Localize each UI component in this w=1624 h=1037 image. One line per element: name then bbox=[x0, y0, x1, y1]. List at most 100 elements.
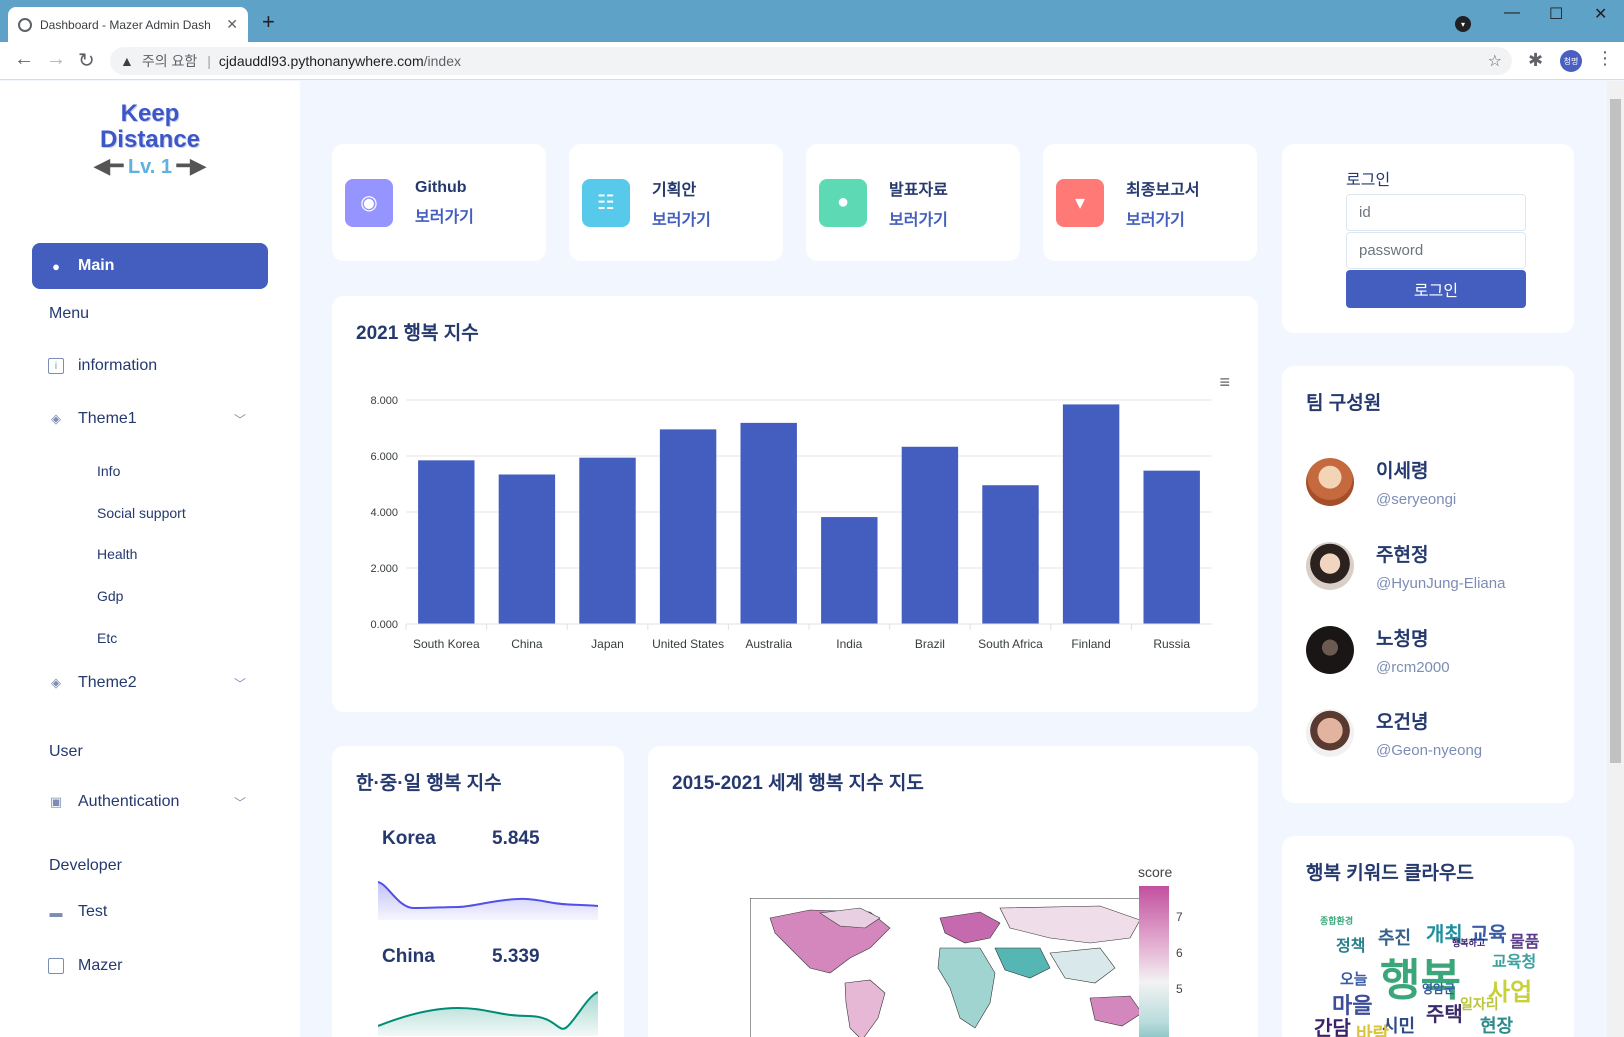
maximize-icon[interactable]: ☐ bbox=[1549, 4, 1563, 24]
page-scrollbar[interactable] bbox=[1607, 81, 1624, 1037]
bookmark-star-icon[interactable]: ☆ bbox=[1488, 51, 1502, 71]
extensions-icon[interactable]: ✱ bbox=[1528, 50, 1543, 71]
forward-icon[interactable]: → bbox=[46, 48, 66, 71]
stat-card-report[interactable]: ▾ 최종보고서 보러가기 bbox=[1043, 144, 1257, 261]
bar-chart: 0.000 2.000 4.000 6.000 8.000 South Korea Chin… bbox=[370, 395, 1212, 651]
award-icon: ● bbox=[52, 258, 60, 274]
person-badge-icon: ▣ bbox=[49, 794, 63, 809]
legend-tick: 7 bbox=[1176, 910, 1183, 924]
member-name: 오건녕 bbox=[1376, 712, 1429, 733]
bar[interactable] bbox=[821, 517, 878, 624]
close-tab-icon[interactable]: ✕ bbox=[226, 16, 238, 33]
sidebar-item-main[interactable]: ● Main bbox=[32, 243, 268, 289]
sidebar-item-test[interactable]: ▬ Test bbox=[32, 889, 268, 935]
back-icon[interactable]: ← bbox=[14, 48, 34, 71]
stat-card-presentation[interactable]: ● 발표자료 보러가기 bbox=[806, 144, 1020, 261]
avatar bbox=[1306, 626, 1354, 674]
cloud-word: 간담 bbox=[1314, 1018, 1351, 1037]
security-label[interactable]: 주의 요함 bbox=[142, 51, 197, 71]
sidebar-item-theme2[interactable]: ◈ Theme2 ﹀ bbox=[32, 660, 268, 706]
bar[interactable] bbox=[659, 429, 717, 624]
country-label: Korea bbox=[382, 828, 436, 849]
sidebar-item-information[interactable]: i information bbox=[32, 343, 268, 389]
team-member[interactable]: 이세령 @seryeongi bbox=[1306, 456, 1456, 508]
bar[interactable] bbox=[498, 474, 556, 624]
stat-link[interactable]: 보러가기 bbox=[652, 206, 711, 230]
bar[interactable] bbox=[901, 446, 959, 624]
developer-section-title: Developer bbox=[49, 857, 122, 874]
minimize-icon[interactable]: — bbox=[1504, 4, 1520, 22]
team-title: 팀 구성원 bbox=[1306, 393, 1382, 414]
cloud-word: 물품 bbox=[1510, 934, 1540, 951]
cjk-title: 한·중·일 행복 지수 bbox=[356, 773, 502, 794]
stat-link[interactable]: 보러가기 bbox=[889, 206, 948, 230]
keyword-cloud-card: 행복 키워드 클라우드 행복 사업 개최 교육 추진 마을 주택 시민 현장 간… bbox=[1282, 836, 1574, 1037]
reload-icon[interactable]: ↻ bbox=[78, 48, 95, 73]
bar[interactable] bbox=[579, 457, 636, 624]
bar[interactable] bbox=[740, 422, 797, 624]
x-tick-label: Russia bbox=[1153, 637, 1190, 651]
avatar bbox=[1306, 542, 1354, 590]
submenu-gdp[interactable]: Gdp bbox=[97, 588, 123, 604]
stat-card-github[interactable]: ◉ Github 보러가기 bbox=[332, 144, 546, 261]
bar[interactable] bbox=[1062, 404, 1120, 624]
china-sparkline bbox=[378, 991, 598, 1036]
menu-section-title: Menu bbox=[49, 305, 90, 322]
x-tick-label: South Africa bbox=[978, 637, 1043, 651]
scrollbar-thumb[interactable] bbox=[1610, 99, 1621, 763]
member-name: 주현정 bbox=[1376, 545, 1429, 566]
tab-search-icon[interactable]: ▾ bbox=[1455, 16, 1471, 32]
close-window-icon[interactable]: ✕ bbox=[1594, 4, 1607, 24]
team-card: 팀 구성원 이세령 @seryeongi 주현정 @HyunJung-Eliana … bbox=[1282, 366, 1574, 803]
avatar bbox=[1306, 458, 1354, 506]
user-section-title: User bbox=[49, 743, 83, 760]
bar[interactable] bbox=[1143, 470, 1200, 624]
bar[interactable] bbox=[418, 460, 475, 624]
country-label: China bbox=[382, 946, 435, 967]
logo[interactable]: Keep Distance ◀━ Lv. 1 ━▶ bbox=[60, 101, 240, 180]
bar[interactable] bbox=[982, 485, 1039, 624]
stat-card-plan[interactable]: ☷ 기획안 보러가기 bbox=[569, 144, 783, 261]
team-member[interactable]: 오건녕 @Geon-nyeong bbox=[1306, 707, 1482, 759]
browser-titlebar: Dashboard - Mazer Admin Dash ✕ + ▾ — ☐ ✕ bbox=[0, 0, 1624, 42]
submenu-social-support[interactable]: Social support bbox=[97, 505, 186, 521]
cloud-word: 현장 bbox=[1480, 1016, 1514, 1036]
submenu-info[interactable]: Info bbox=[97, 463, 120, 479]
login-label: 로그인 bbox=[1346, 172, 1391, 189]
new-tab-button[interactable]: + bbox=[262, 9, 275, 35]
y-tick-label: 8.000 bbox=[370, 395, 398, 407]
journal-icon bbox=[48, 958, 64, 974]
sidebar-item-authentication[interactable]: ▣ Authentication ﹀ bbox=[32, 779, 268, 825]
member-handle: @HyunJung-Eliana bbox=[1376, 575, 1506, 592]
world-map-card: 2015-2021 세계 행복 지수 지도 score 7 6 5 bbox=[648, 746, 1258, 1037]
member-handle: @rcm2000 bbox=[1376, 659, 1450, 676]
browser-tab[interactable]: Dashboard - Mazer Admin Dash ✕ bbox=[8, 7, 248, 42]
sidebar-item-label: Theme2 bbox=[78, 674, 137, 691]
member-handle: @seryeongi bbox=[1376, 491, 1457, 508]
team-member[interactable]: 주현정 @HyunJung-Eliana bbox=[1306, 540, 1505, 592]
stat-link[interactable]: 보러가기 bbox=[1126, 206, 1200, 230]
id-input[interactable] bbox=[1346, 194, 1526, 231]
x-tick-label: United States bbox=[652, 637, 724, 651]
address-bar[interactable]: ▲ 주의 요함 | cjdauddl93.pythonanywhere.com /… bbox=[110, 47, 1512, 75]
submenu-etc[interactable]: Etc bbox=[97, 630, 117, 646]
submenu-health[interactable]: Health bbox=[97, 546, 137, 562]
stat-link[interactable]: 보러가기 bbox=[415, 203, 474, 227]
x-tick-label: South Korea bbox=[413, 637, 480, 651]
warning-icon[interactable]: ▲ bbox=[120, 53, 134, 69]
team-member[interactable]: 노청명 @rcm2000 bbox=[1306, 624, 1450, 676]
sidebar-item-mazer[interactable]: Mazer bbox=[32, 943, 268, 989]
stat-title: 발표자료 bbox=[889, 181, 948, 199]
sidebar-item-label: Mazer bbox=[78, 957, 123, 974]
password-input[interactable] bbox=[1346, 232, 1526, 269]
cloud-title: 행복 키워드 클라우드 bbox=[1306, 863, 1474, 884]
login-button[interactable]: 로그인 bbox=[1346, 270, 1526, 308]
browser-menu-icon[interactable]: ⋮ bbox=[1596, 48, 1614, 69]
country-value: 5.339 bbox=[492, 946, 540, 967]
sidebar-item-theme1[interactable]: ◈ Theme1 ﹀ bbox=[32, 396, 268, 442]
map-title: 2015-2021 세계 행복 지수 지도 bbox=[672, 773, 924, 794]
profile-avatar[interactable]: 청명 bbox=[1560, 50, 1582, 72]
eye-icon: ◉ bbox=[345, 178, 393, 227]
x-tick-label: India bbox=[836, 637, 862, 651]
world-choropleth-map[interactable] bbox=[750, 898, 1170, 1037]
